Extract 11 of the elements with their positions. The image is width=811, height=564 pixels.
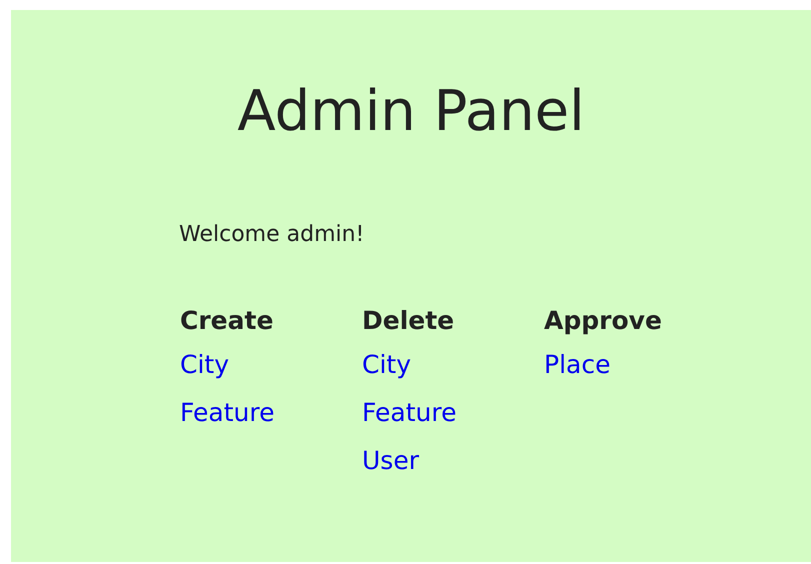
admin-link[interactable]: Feature — [179, 396, 274, 430]
section-heading: Delete — [361, 305, 454, 337]
admin-link[interactable]: Feature — [361, 396, 456, 430]
welcome-text: Welcome admin! — [179, 221, 366, 249]
section-heading: Approve — [543, 305, 662, 337]
admin-link[interactable]: User — [361, 444, 419, 478]
page-title: Admin Panel — [236, 80, 586, 144]
admin-link[interactable]: City — [361, 348, 411, 382]
section-heading: Create — [179, 305, 274, 337]
admin-link[interactable]: Place — [543, 348, 610, 382]
admin-link[interactable]: City — [179, 348, 229, 382]
